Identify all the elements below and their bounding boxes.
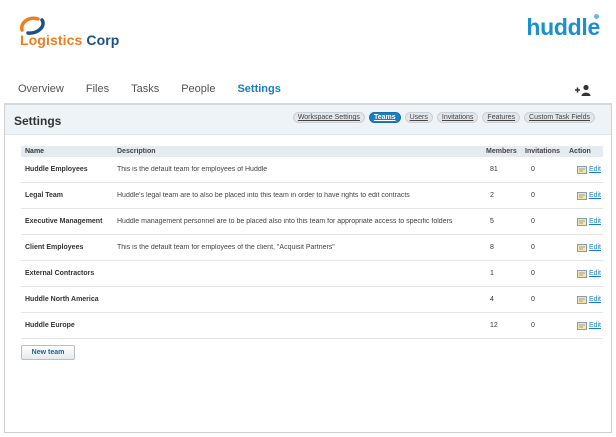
tab-tasks[interactable]: Tasks (131, 83, 159, 103)
team-name: External Contractors (25, 270, 95, 277)
team-members-count: 2 (490, 192, 494, 199)
team-members-count: 5 (490, 218, 494, 225)
team-name: Executive Management (25, 218, 103, 225)
edit-link[interactable]: Edit (589, 322, 601, 329)
edit-link[interactable]: Edit (589, 166, 601, 173)
subtab-workspace-settings[interactable]: Workspace Settings (292, 112, 365, 123)
edit-icon[interactable] (576, 295, 587, 304)
team-action: Edit (565, 191, 603, 200)
table-row: Client Employees This is the default tea… (21, 235, 603, 261)
tab-files[interactable]: Files (86, 83, 109, 103)
huddle-logo: huddle (526, 14, 600, 40)
tab-people[interactable]: People (181, 83, 215, 103)
table-row: Huddle North America 4 0 Edit (21, 287, 603, 313)
company-name: Logistics Corp (20, 32, 119, 48)
edit-icon[interactable] (576, 217, 587, 226)
edit-link[interactable]: Edit (589, 270, 601, 277)
team-members-count: 12 (490, 322, 498, 329)
subtab-features[interactable]: Features (482, 112, 521, 123)
subtab-invitations[interactable]: Invitations (436, 112, 479, 123)
team-name: Client Employees (25, 244, 84, 251)
team-name: Legal Team (25, 192, 63, 199)
team-invitations-count: 0 (531, 296, 535, 303)
team-members-count: 4 (490, 296, 494, 303)
team-action: Edit (565, 321, 603, 330)
new-team-button[interactable]: New team (21, 345, 75, 360)
main-nav: Overview Files Tasks People Settings (18, 83, 303, 105)
table-row: Legal Team Huddle's legal team are to al… (21, 183, 603, 209)
team-members-count: 8 (490, 244, 494, 251)
subtab-custom-task-fields[interactable]: Custom Task Fields (524, 112, 595, 123)
team-action: Edit (565, 243, 603, 252)
edit-icon[interactable] (576, 165, 587, 174)
team-name: Huddle North America (25, 296, 99, 303)
team-name: Huddle Europe (25, 322, 75, 329)
company-logo: Logistics Corp (18, 14, 128, 50)
team-name: Huddle Employees (25, 166, 88, 173)
header-members[interactable]: Members (484, 148, 523, 155)
team-invitations-count: 0 (531, 166, 535, 173)
company-name-part2: Corp (86, 32, 120, 48)
table-header: Name Description Members Invitations Act… (21, 146, 603, 157)
team-invitations-count: 0 (531, 192, 535, 199)
edit-link[interactable]: Edit (589, 192, 601, 199)
table-row: Executive Management Huddle management p… (21, 209, 603, 235)
header-action: Action (569, 148, 591, 155)
team-members-count: 81 (490, 166, 498, 173)
team-action: Edit (565, 295, 603, 304)
settings-subtabs: Workspace Settings Teams Users Invitatio… (289, 112, 595, 123)
settings-panel: Settings Workspace Settings Teams Users … (4, 103, 612, 433)
edit-icon[interactable] (576, 269, 587, 278)
table-row: External Contractors 1 0 Edit (21, 261, 603, 287)
header-invitations[interactable]: Invitations (523, 148, 565, 155)
edit-link[interactable]: Edit (589, 218, 601, 225)
company-name-part1: Logistics (20, 32, 83, 48)
team-description: This is the default team for employees o… (117, 166, 268, 173)
page-title: Settings (14, 114, 62, 128)
team-action: Edit (565, 269, 603, 278)
header-name[interactable]: Name (21, 148, 117, 155)
table-row: Huddle Europe 12 0 Edit (21, 313, 603, 339)
team-invitations-count: 0 (531, 322, 535, 329)
team-description: Huddle's legal team are to also be place… (117, 192, 410, 199)
team-description: Huddle management personnel are to be pl… (117, 218, 453, 225)
edit-icon[interactable] (576, 191, 587, 200)
table-row: Huddle Employees This is the default tea… (21, 157, 603, 183)
team-description: This is the default team for employees o… (117, 244, 335, 251)
huddle-logo-dot (594, 14, 599, 19)
subtab-teams[interactable]: Teams (368, 112, 401, 123)
panel-header: Settings Workspace Settings Teams Users … (5, 105, 611, 135)
header-description: Description (117, 148, 156, 155)
team-invitations-count: 0 (531, 270, 535, 277)
subtab-users[interactable]: Users (404, 112, 433, 123)
teams-table: Name Description Members Invitations Act… (21, 146, 603, 339)
tab-settings[interactable]: Settings (231, 83, 288, 105)
edit-icon[interactable] (576, 243, 587, 252)
team-members-count: 1 (490, 270, 494, 277)
add-person-icon[interactable] (574, 84, 592, 96)
edit-link[interactable]: Edit (589, 296, 601, 303)
team-action: Edit (565, 217, 603, 226)
edit-icon[interactable] (576, 321, 587, 330)
team-invitations-count: 0 (531, 218, 535, 225)
team-action: Edit (565, 165, 603, 174)
tab-overview[interactable]: Overview (18, 83, 64, 103)
edit-link[interactable]: Edit (589, 244, 601, 251)
team-invitations-count: 0 (531, 244, 535, 251)
